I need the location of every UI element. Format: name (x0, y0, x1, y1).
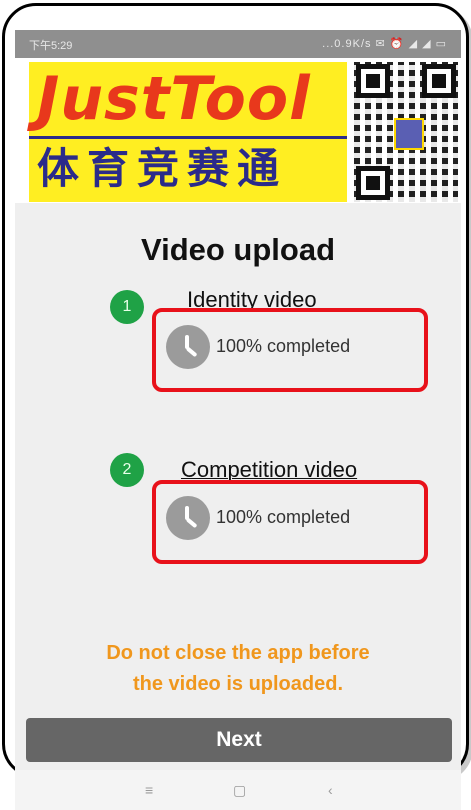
highlight-box (152, 308, 428, 392)
status-time: 下午5:29 (29, 40, 73, 52)
menu-icon[interactable]: ≡ (145, 782, 153, 798)
logo-block: JustTool 体育竞赛通 (29, 62, 347, 202)
page-title: Video upload (140, 232, 336, 267)
highlight-box (152, 480, 428, 564)
justtool-banner: JustTool 体育竞赛通 (15, 58, 461, 203)
qr-code-icon (354, 62, 458, 202)
qr-logo-badge-icon (394, 118, 424, 150)
upload-warning: Do not close the app before the video is… (15, 638, 461, 700)
home-icon[interactable]: ▢ (233, 782, 246, 799)
step-2-badge: 2 (110, 453, 144, 487)
logo-text: JustTool (37, 64, 311, 134)
logo-chinese-text: 体育竞赛通 (29, 136, 347, 199)
warning-line-1: Do not close the app before (106, 642, 370, 664)
android-nav-bar: ≡ ▢ ‹ (15, 770, 461, 810)
warning-line-2: the video is uploaded. (132, 673, 344, 695)
back-icon[interactable]: ‹ (328, 782, 333, 798)
next-button[interactable]: Next (26, 718, 452, 762)
qr-finder-icon (356, 64, 390, 98)
qr-finder-icon (422, 64, 456, 98)
app-screen: 下午5:29 ...0.9K/s ✉ ⏰ ◢ ◢ ▭ JustTool 体育竞赛… (15, 30, 461, 810)
status-bar: 下午5:29 ...0.9K/s ✉ ⏰ ◢ ◢ ▭ (15, 30, 461, 58)
status-indicators: ...0.9K/s ✉ ⏰ ◢ ◢ ▭ (322, 38, 447, 50)
qr-finder-icon (356, 166, 390, 200)
step-1-badge: 1 (110, 290, 144, 324)
